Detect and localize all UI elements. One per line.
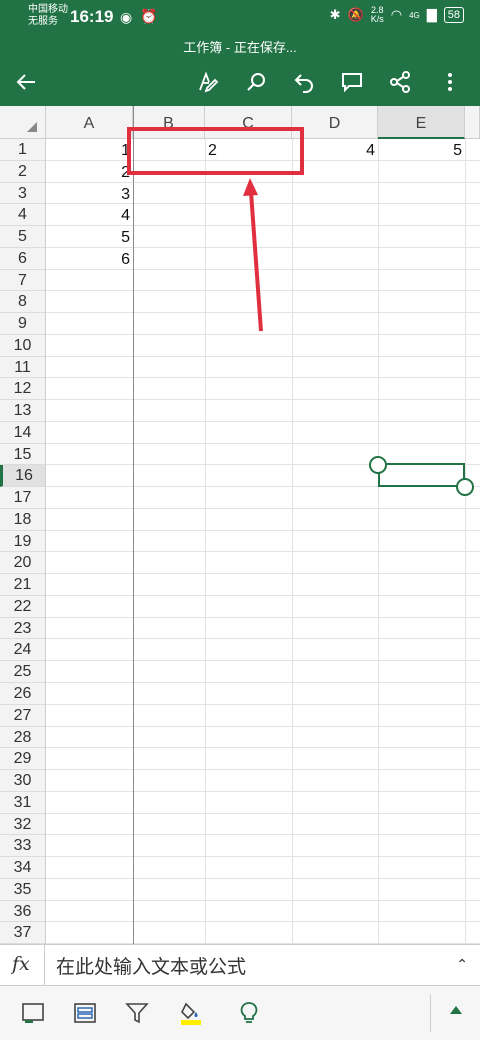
search-icon[interactable] [240,66,272,98]
signal-icon: ▇ [426,7,437,22]
grid-row-line [46,856,480,858]
network-type: 4G [409,10,420,20]
document-title: 工作簿 - 正在保存... [183,40,297,55]
bottom-toolbar [0,986,480,1040]
grid-row-line [46,921,480,923]
grid-row-line [46,790,480,792]
status-time: 16:19 [70,7,114,26]
mute-icon: 🔕 [347,7,364,22]
draw-pen-icon[interactable] [192,66,224,98]
grid-row-line [46,747,480,749]
grid-row-line [46,616,480,618]
annotation-arrow-shaft [249,191,263,332]
comment-icon[interactable] [336,66,368,98]
row-header-23[interactable]: 23 [0,617,46,640]
grid-row-line [46,507,480,509]
expand-up-icon[interactable] [450,1006,462,1014]
row-header-22[interactable]: 22 [0,595,46,618]
row-header-27[interactable]: 27 [0,704,46,727]
row-header-31[interactable]: 31 [0,791,46,814]
alarm-icon: ⏰ [140,8,158,24]
grid-row-line [46,594,480,596]
row-header-19[interactable]: 19 [0,530,46,553]
carrier-name: 中国移动 [28,4,68,15]
formula-divider [44,945,45,985]
grid-row-line [46,682,480,683]
formula-bar: fx 在此处输入文本或公式 ⌃ [0,944,480,986]
grid-row-line [46,638,480,640]
grid-row-line [46,899,480,901]
grid-row-line [46,529,480,531]
grid-row-line [46,660,480,662]
fx-icon[interactable]: fx [12,953,30,975]
ideas-bulb-icon[interactable] [234,998,264,1028]
grid-row-line [46,769,480,771]
bottom-divider [430,994,431,1032]
annotation-arrow [243,178,263,332]
selected-cell-e16[interactable] [378,463,465,487]
grid-row-line [46,551,480,553]
row-header-18[interactable]: 18 [0,508,46,531]
speed-unit: K/s [370,14,384,24]
selection-handle-bottom-right[interactable] [456,478,474,496]
row-header-25[interactable]: 25 [0,661,46,683]
grid-row-line [46,420,480,422]
network-speed: 2.8 K/s [371,6,384,24]
row-header-28[interactable]: 28 [0,726,46,749]
row-header-16[interactable]: 16 [0,465,46,488]
row-header-15[interactable]: 15 [0,443,46,466]
row-header-24[interactable]: 24 [0,639,46,662]
status-bar: 中国移动 无服务 16:19 ◉ ⏰ ✱ 🔕 2.8 K/s ◠ 4G ▇ 58 [0,0,480,34]
more-icon[interactable] [434,66,466,98]
row-header-32[interactable]: 32 [0,813,46,836]
grid-row-line [46,442,480,444]
row-header-33[interactable]: 33 [0,835,46,858]
sheets-view-icon[interactable] [18,998,48,1028]
row-header-34[interactable]: 34 [0,857,46,879]
grid-row-line [46,812,480,814]
share-icon[interactable] [384,66,416,98]
grid-row-line [46,725,480,727]
row-header-26[interactable]: 26 [0,683,46,705]
grid-row-line [46,573,480,575]
bluetooth-icon: ✱ [329,7,341,22]
status-icons: ✱ 🔕 2.8 K/s ◠ 4G ▇ 58 [330,6,464,24]
row-header-17[interactable]: 17 [0,487,46,509]
undo-icon[interactable] [288,66,320,98]
grid-row-line [46,703,480,705]
back-arrow-icon[interactable] [10,66,42,98]
eye-icon: ◉ [120,9,133,25]
row-header-21[interactable]: 21 [0,574,46,596]
row-header-29[interactable]: 29 [0,748,46,771]
row-header-36[interactable]: 36 [0,900,46,923]
toolbar [0,60,480,104]
row-header-14[interactable]: 14 [0,421,46,444]
filter-icon[interactable] [122,998,152,1028]
grid-row-line [46,834,480,836]
row-header-20[interactable]: 20 [0,552,46,575]
row-header-37[interactable]: 37 [0,922,46,944]
annotation-arrow-head [243,178,258,196]
battery-indicator: 58 [443,7,464,23]
row-header-30[interactable]: 30 [0,770,46,792]
chevron-up-icon[interactable]: ⌃ [456,956,468,973]
app-header: 中国移动 无服务 16:19 ◉ ⏰ ✱ 🔕 2.8 K/s ◠ 4G ▇ 58… [0,0,480,106]
carrier-info: 中国移动 无服务 [28,4,68,28]
formula-input[interactable]: 在此处输入文本或公式 [56,952,246,979]
fill-color-icon[interactable] [176,998,206,1028]
carrier-service: 无服务 [28,16,58,27]
card-view-icon[interactable] [70,998,100,1028]
row-header-35[interactable]: 35 [0,878,46,901]
spreadsheet-grid[interactable]: A B C D E 1 2 3 4 5 6 7 8 9 10 11 12 13 14 15 16 17 18 19 20 21 22… [0,106,480,944]
grid-row-line [46,877,480,879]
wifi-icon: ◠ [390,7,403,22]
selection-handle-top-left[interactable] [369,456,387,474]
